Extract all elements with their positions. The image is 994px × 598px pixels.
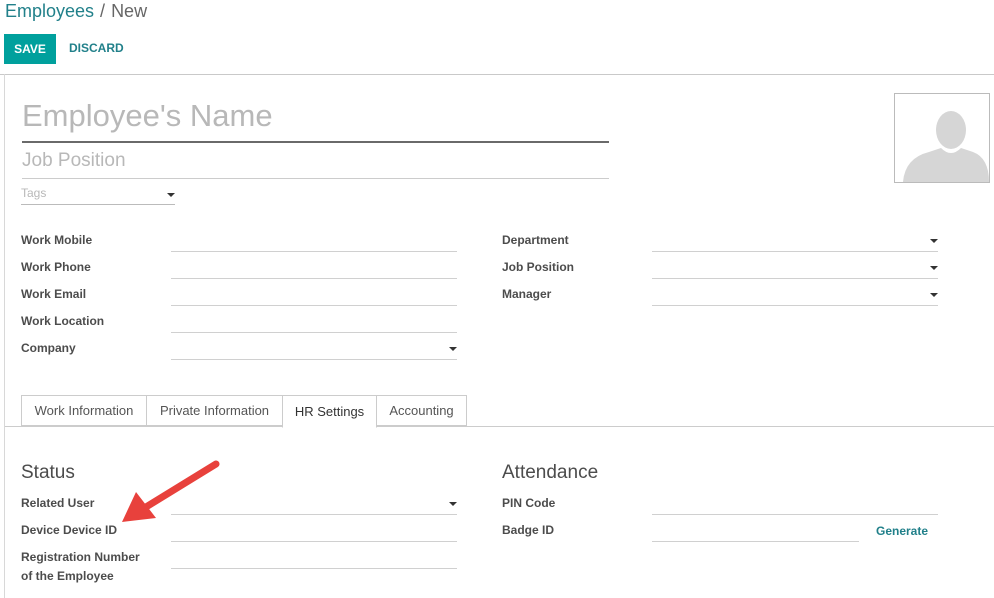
badge-id-label: Badge ID [502, 523, 555, 537]
tab-accounting[interactable]: Accounting [376, 395, 467, 426]
status-section-title: Status [21, 462, 75, 483]
tab-work-information[interactable]: Work Information [21, 395, 147, 426]
work-phone-label: Work Phone [21, 260, 91, 274]
registration-number-input[interactable] [171, 568, 457, 569]
job-position-title-input[interactable]: Job Position [22, 150, 609, 179]
caret-down-icon[interactable] [167, 193, 175, 197]
breadcrumb: Employees / New [5, 1, 147, 22]
caret-down-icon[interactable] [449, 347, 457, 351]
device-id-input[interactable] [171, 541, 457, 542]
pin-code-input[interactable] [652, 514, 938, 515]
caret-down-icon[interactable] [930, 239, 938, 243]
job-position-select[interactable] [652, 278, 938, 279]
job-position-label: Job Position [502, 260, 574, 274]
department-select[interactable] [652, 251, 938, 252]
breadcrumb-employees-link[interactable]: Employees [5, 1, 94, 21]
tab-private-information[interactable]: Private Information [146, 395, 283, 426]
generate-badge-button[interactable]: Generate [876, 524, 928, 538]
device-id-label: Device Device ID [21, 523, 118, 537]
pin-code-label: PIN Code [502, 496, 556, 510]
employee-name-input[interactable]: Employee's Name [22, 98, 609, 143]
save-button[interactable]: SAVE [4, 34, 56, 64]
manager-select[interactable] [652, 305, 938, 306]
department-label: Department [502, 233, 569, 247]
registration-number-label-line1: Registration Number [21, 550, 140, 564]
tags-input[interactable]: Tags [21, 186, 175, 205]
sheet-top-divider [0, 74, 994, 75]
breadcrumb-current: New [111, 1, 148, 21]
sheet-left-border [4, 74, 5, 598]
manager-label: Manager [502, 287, 552, 301]
company-label: Company [21, 341, 76, 355]
avatar-placeholder-icon [903, 111, 989, 182]
work-phone-input[interactable] [171, 278, 457, 279]
caret-down-icon[interactable] [930, 266, 938, 270]
tabs-baseline [5, 426, 994, 427]
tags-placeholder: Tags [21, 186, 47, 200]
work-location-input[interactable] [171, 332, 457, 333]
employee-photo[interactable] [894, 93, 990, 183]
work-email-label: Work Email [21, 287, 87, 301]
related-user-label: Related User [21, 496, 95, 510]
red-arrow-icon [122, 460, 220, 522]
work-mobile-label: Work Mobile [21, 233, 93, 247]
caret-down-icon[interactable] [930, 293, 938, 297]
caret-down-icon[interactable] [449, 502, 457, 506]
company-select[interactable] [171, 359, 457, 360]
tab-hr-settings[interactable]: HR Settings [282, 395, 377, 428]
work-location-label: Work Location [21, 314, 105, 328]
work-email-input[interactable] [171, 305, 457, 306]
work-mobile-input[interactable] [171, 251, 457, 252]
registration-number-label-line2: of the Employee [21, 569, 114, 583]
attendance-section-title: Attendance [502, 462, 599, 483]
breadcrumb-separator: / [100, 1, 106, 21]
discard-button[interactable]: DISCARD [69, 41, 124, 55]
badge-id-input[interactable] [652, 541, 859, 542]
